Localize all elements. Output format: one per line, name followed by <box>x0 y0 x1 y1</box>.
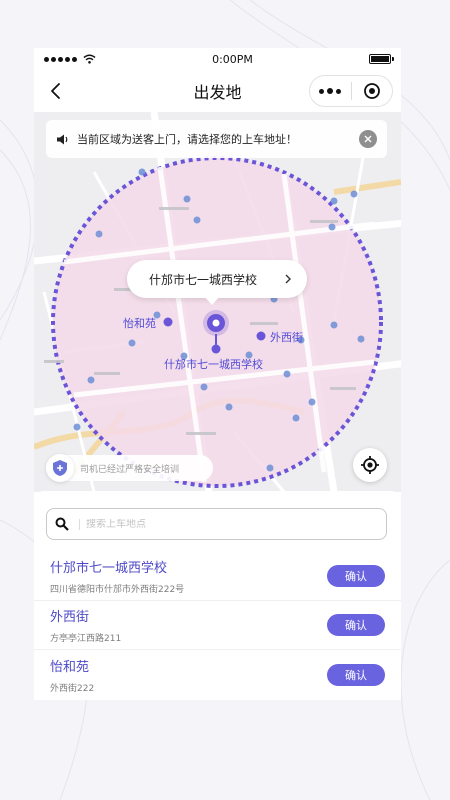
chevron-right-icon <box>285 274 291 284</box>
place-name: 什邡市七一城西学校 <box>50 561 168 576</box>
list-item[interactable]: 怡和苑 外西街222 确认 <box>34 650 401 699</box>
place-address: 方亭亭江西路211 <box>50 634 122 644</box>
map-label-waixijie[interactable]: 外西街 <box>270 329 303 345</box>
search-input[interactable] <box>79 518 378 530</box>
crosshair-icon <box>361 456 379 474</box>
confirm-button[interactable]: 确认 <box>327 614 385 636</box>
map-label-school[interactable]: 什邡市七一城西学校 <box>164 356 263 372</box>
signal-icon <box>44 56 77 62</box>
locate-me-button[interactable] <box>353 448 387 482</box>
confirm-button[interactable]: 确认 <box>327 663 385 686</box>
more-menu-icon[interactable] <box>310 76 351 106</box>
speaker-icon <box>57 134 68 144</box>
search-icon <box>55 517 69 531</box>
service-area-notice: 当前区域为送客上门，请选择您的上车地址！ <box>46 120 387 158</box>
map-view[interactable]: 当前区域为送客上门，请选择您的上车地址！ 什邡市七一城西学校 怡和苑 外西街 什… <box>34 112 401 492</box>
shield-icon <box>46 454 74 482</box>
mini-program-capsule <box>309 75 393 107</box>
place-list: 什邡市七一城西学校 四川省德阳市什邡市外西街222号 确认 外西街 方亭亭江西路… <box>34 552 401 699</box>
safety-text: 司机已经过严格安全培训 <box>80 464 180 475</box>
page-title: 出发地 <box>193 83 242 102</box>
back-arrow-icon[interactable] <box>46 81 66 101</box>
status-time: 0:00PM <box>212 52 253 66</box>
place-address: 外西街222 <box>50 683 95 694</box>
callout-location-name: 什邡市七一城西学校 <box>149 272 258 287</box>
phone-frame: 0:00PM 出发地 当前区域为送客上门，请选择您的上车地址！ 什邡市七一城西学… <box>34 48 401 700</box>
list-item[interactable]: 什邡市七一城西学校 四川省德阳市什邡市外西街222号 确认 <box>34 552 401 601</box>
search-bar <box>46 508 387 540</box>
selected-location-callout[interactable]: 什邡市七一城西学校 <box>127 260 307 305</box>
navigation-bar: 出发地 <box>34 70 401 112</box>
list-item[interactable]: 外西街 方亭亭江西路211 确认 <box>34 601 401 650</box>
notice-text: 当前区域为送客上门，请选择您的上车地址！ <box>77 133 297 146</box>
place-address: 四川省德阳市什邡市外西街222号 <box>50 585 185 595</box>
battery-icon <box>368 54 394 64</box>
close-mini-program-icon[interactable] <box>352 76 393 106</box>
status-bar: 0:00PM <box>34 48 401 70</box>
close-notice-icon[interactable] <box>359 130 377 148</box>
location-sheet: 什邡市七一城西学校 四川省德阳市什邡市外西街222号 确认 外西街 方亭亭江西路… <box>34 491 401 700</box>
confirm-button[interactable]: 确认 <box>327 565 385 587</box>
safety-training-badge: 司机已经过严格安全培训 <box>46 454 213 482</box>
place-name: 外西街 <box>50 610 90 625</box>
place-name: 怡和苑 <box>50 659 90 675</box>
map-label-yiheyuan[interactable]: 怡和苑 <box>123 315 156 331</box>
wifi-icon <box>83 54 96 64</box>
